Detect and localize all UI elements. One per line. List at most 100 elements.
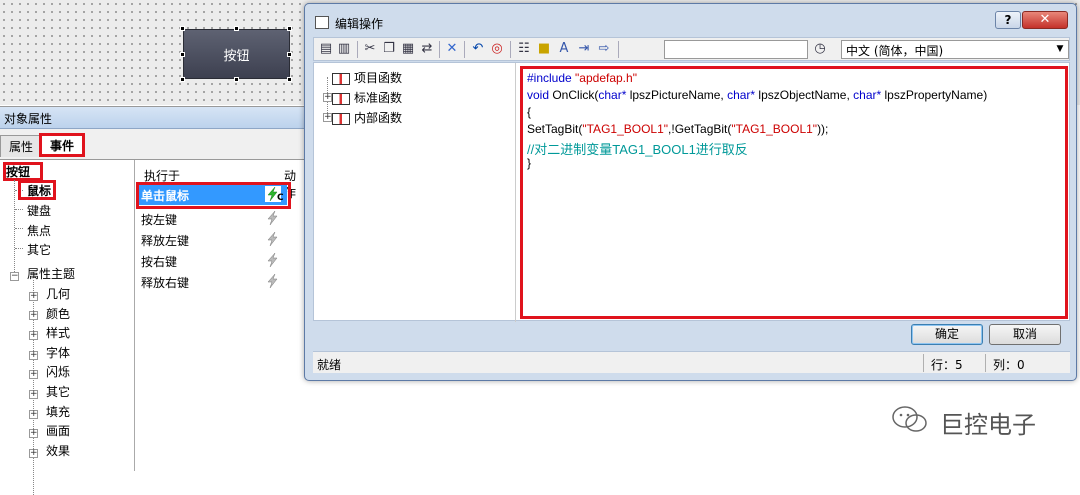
resize-handle[interactable] xyxy=(287,52,292,57)
help-button[interactable]: ? xyxy=(995,11,1021,29)
event-row-press-right[interactable]: 按右键 xyxy=(137,251,287,271)
trigger-clock-icon[interactable]: ◷ xyxy=(812,41,828,57)
tab-events[interactable]: 事件 xyxy=(39,133,86,157)
event-label: 释放右键 xyxy=(141,276,190,290)
func-tree-project-functions[interactable]: 项目函数 xyxy=(332,69,402,86)
function-folder-icon xyxy=(332,92,350,105)
tree-item-geometry[interactable]: 几何 xyxy=(46,285,70,302)
collapse-icon[interactable]: − xyxy=(10,272,19,281)
event-grid-header: 执行于 动作 xyxy=(136,166,305,200)
tree-item-picture[interactable]: 画面 xyxy=(46,422,70,439)
resize-handle[interactable] xyxy=(234,26,239,31)
cursor-row: 行：5 xyxy=(931,358,963,372)
dialog-client: + + 项目函数 标准函数 内部函数 #include "apdefap.h" … xyxy=(313,62,1070,322)
expand-icon[interactable]: + xyxy=(29,429,38,438)
col-header-action: 动作 xyxy=(284,169,297,200)
tree-item-focus[interactable]: 焦点 xyxy=(27,222,51,239)
cancel-button[interactable]: 取消 xyxy=(989,324,1061,345)
tree-item-keyboard[interactable]: 键盘 xyxy=(27,202,51,219)
status-text: 就绪 xyxy=(317,358,342,372)
resize-handle[interactable] xyxy=(180,52,185,57)
cursor-col: 列：0 xyxy=(993,358,1025,372)
expand-icon[interactable]: + xyxy=(29,292,38,301)
event-row-release-right[interactable]: 释放右键 xyxy=(137,272,287,292)
tree-item-mouse[interactable]: 鼠标 xyxy=(27,182,51,199)
dialog-title: 编辑操作 xyxy=(335,17,384,31)
expand-icon[interactable]: + xyxy=(29,331,38,340)
func-tree-standard-functions[interactable]: 标准函数 xyxy=(332,89,402,106)
copy-icon[interactable]: ❐ xyxy=(381,41,397,57)
tree-item-flash[interactable]: 闪烁 xyxy=(46,363,70,380)
expand-icon[interactable]: + xyxy=(29,311,38,320)
resize-handle[interactable] xyxy=(180,26,185,31)
tag-selection-icon[interactable]: ☷ xyxy=(516,41,532,57)
tree-item-style[interactable]: 样式 xyxy=(46,324,70,341)
export-icon[interactable]: ⇨ xyxy=(596,41,612,57)
compile-icon[interactable]: ◎ xyxy=(489,41,505,57)
tree-item-effect[interactable]: 效果 xyxy=(46,442,70,459)
expand-icon[interactable]: + xyxy=(29,370,38,379)
action-bolt-icon[interactable] xyxy=(265,252,281,268)
paste-icon[interactable]: ▦ xyxy=(400,41,416,57)
code-editor[interactable]: #include "apdefap.h" void OnClick(char* … xyxy=(520,66,1068,319)
save-as-icon[interactable]: ▥ xyxy=(336,41,352,57)
tab-properties[interactable]: 属性 xyxy=(0,135,43,157)
resize-handle[interactable] xyxy=(234,77,239,82)
panel-body: 按钮 鼠标 键盘 焦点 其它 − 属性主题 + 几何 + 颜色 + 样式 + 字… xyxy=(0,159,305,495)
undo-icon[interactable]: ↶ xyxy=(470,41,486,57)
toolbar-input[interactable] xyxy=(664,40,808,59)
event-row-press-left[interactable]: 按左键 xyxy=(137,209,287,229)
expand-icon[interactable]: + xyxy=(323,93,332,102)
chevron-down-icon: ▼ xyxy=(1056,44,1064,54)
close-button[interactable]: ✕ xyxy=(1022,11,1068,29)
event-tree: 按钮 鼠标 键盘 焦点 其它 − 属性主题 + 几何 + 颜色 + 样式 + 字… xyxy=(0,160,135,495)
font-icon[interactable]: A xyxy=(556,41,572,57)
event-row-click[interactable]: 单击鼠标 C xyxy=(137,185,287,205)
cut-icon[interactable]: ✂ xyxy=(362,41,378,57)
import-icon[interactable]: ⇥ xyxy=(576,41,592,57)
language-select[interactable]: 中文 (简体，中国) ▼ xyxy=(841,40,1069,59)
object-icon[interactable]: ■ xyxy=(536,41,552,57)
expand-icon[interactable]: + xyxy=(29,410,38,419)
expand-icon[interactable]: + xyxy=(29,351,38,360)
col-header-exec: 执行于 xyxy=(144,169,181,183)
tree-item-misc[interactable]: 其它 xyxy=(46,383,70,400)
event-row-release-left[interactable]: 释放左键 xyxy=(137,230,287,250)
watermark-text: 巨控电子 xyxy=(940,411,1036,439)
action-bolt-icon[interactable] xyxy=(265,273,281,289)
action-bolt-icon[interactable] xyxy=(265,231,281,247)
delete-icon[interactable]: ✕ xyxy=(444,41,460,57)
tree-item-font[interactable]: 字体 xyxy=(46,344,70,361)
resize-handle[interactable] xyxy=(180,77,185,82)
event-label: 按左键 xyxy=(141,213,178,227)
expand-icon[interactable]: + xyxy=(323,113,332,122)
expand-icon[interactable]: + xyxy=(29,390,38,399)
language-value: 中文 (简体，中国) xyxy=(846,44,944,58)
action-bolt-icon[interactable] xyxy=(265,210,281,226)
expand-icon[interactable]: + xyxy=(29,449,38,458)
resize-handle[interactable] xyxy=(287,77,292,82)
tree-item-other[interactable]: 其它 xyxy=(27,241,51,258)
object-properties-panel: 对象属性 属性 事件 按钮 鼠标 键盘 焦点 其它 − 属性主题 + 几何 + … xyxy=(0,106,305,495)
editor-toolbar: ▤ ▥ ✂ ❐ ▦ ⇄ ✕ ↶ ◎ ☷ ■ A ⇥ ⇨ ◷ 中文 (简体，中国)… xyxy=(313,37,1070,61)
tree-item-fill[interactable]: 填充 xyxy=(46,403,70,420)
wechat-logo-icon xyxy=(892,406,927,432)
func-tree-internal-functions[interactable]: 内部函数 xyxy=(332,109,402,126)
panel-title: 对象属性 xyxy=(0,107,305,129)
code-line-5-comment: //对二进制变量TAG1_BOOL1进行取反 xyxy=(527,142,748,157)
replace-icon[interactable]: ⇄ xyxy=(419,41,435,57)
tree-root-button[interactable]: 按钮 xyxy=(6,163,30,180)
c-script-badge: C xyxy=(277,193,284,203)
code-line-1: #include "apdefap.h" xyxy=(527,71,637,85)
save-icon[interactable]: ▤ xyxy=(318,41,334,57)
resize-handle[interactable] xyxy=(287,26,292,31)
code-line-6: } xyxy=(527,156,532,170)
function-tree: + + 项目函数 标准函数 内部函数 xyxy=(314,63,516,322)
canvas-button-object[interactable]: 按钮 xyxy=(183,29,290,79)
ok-button[interactable]: 确定 xyxy=(911,324,983,345)
tree-group-property-topics[interactable]: 属性主题 xyxy=(27,265,75,282)
tree-item-color[interactable]: 颜色 xyxy=(46,305,70,322)
code-line-4: SetTagBit("TAG1_BOOL1",!GetTagBit("TAG1_… xyxy=(527,122,829,136)
edit-action-dialog: 编辑操作 ? ✕ ▤ ▥ ✂ ❐ ▦ ⇄ ✕ ↶ ◎ ☷ ■ A ⇥ ⇨ ◷ 中… xyxy=(304,3,1077,381)
function-folder-icon xyxy=(332,112,350,125)
